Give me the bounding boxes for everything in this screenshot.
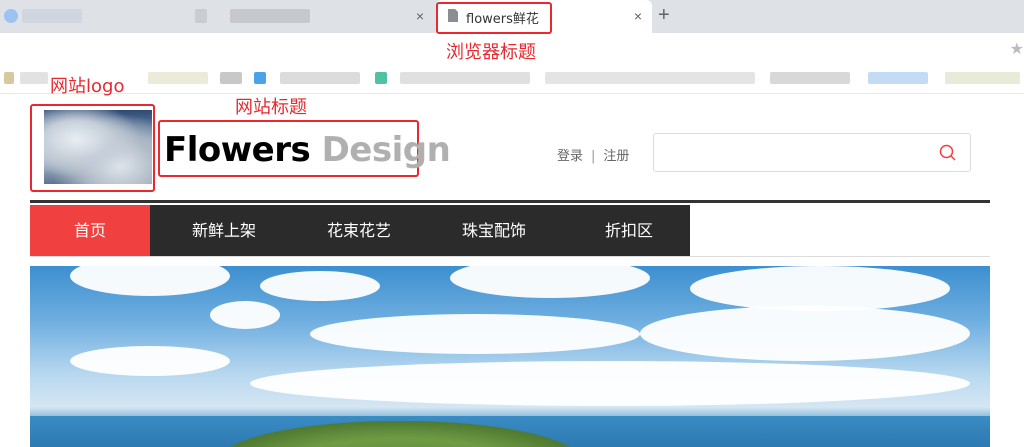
bookmark-item[interactable]	[770, 72, 850, 84]
new-tab-icon[interactable]: +	[658, 3, 670, 27]
blurred-tab[interactable]	[0, 0, 432, 33]
bookmark-item[interactable]	[20, 72, 48, 84]
site-title-accent: Design	[321, 130, 451, 170]
bookmark-item[interactable]	[375, 72, 387, 84]
nav-item-bouquets[interactable]: 花束花艺	[298, 205, 420, 256]
annotation-site-title: 网站标题	[235, 97, 307, 118]
nav-divider	[30, 200, 990, 203]
site-title-main: Flowers	[164, 130, 311, 170]
bookmark-item[interactable]	[545, 72, 755, 84]
tab-favicon	[4, 9, 18, 23]
cloud	[640, 306, 970, 361]
site-title[interactable]: Flowers Design	[164, 130, 451, 170]
annotation-browser-title: 浏览器标题	[446, 42, 536, 63]
cloud	[450, 266, 650, 298]
main-nav: 首页 新鲜上架 花束花艺 珠宝配饰 折扣区	[30, 205, 690, 256]
annotation-site-logo: 网站logo	[50, 76, 125, 97]
search-icon[interactable]	[939, 144, 956, 161]
nav-item-new-arrivals[interactable]: 新鲜上架	[150, 205, 298, 256]
cloud	[70, 266, 230, 296]
cloud	[260, 271, 380, 301]
login-link[interactable]: 登录	[557, 149, 583, 164]
tab-close-icon[interactable]: ×	[630, 7, 646, 25]
link-separator: |	[591, 149, 596, 164]
nav-item-discounts[interactable]: 折扣区	[568, 205, 690, 256]
search-box	[653, 133, 971, 172]
bookmark-item[interactable]	[220, 72, 242, 84]
search-input[interactable]	[664, 134, 938, 171]
nav-item-jewelry[interactable]: 珠宝配饰	[420, 205, 568, 256]
tab-close-icon[interactable]: ×	[412, 7, 428, 25]
bookmark-item[interactable]	[148, 72, 208, 84]
bookmark-item[interactable]	[400, 72, 530, 84]
site-logo[interactable]	[44, 110, 152, 184]
bookmark-item[interactable]	[945, 72, 1020, 84]
cloud	[250, 361, 970, 406]
bookmarks-bar	[0, 65, 1024, 94]
blurred-text	[22, 9, 82, 23]
nav-bottom-divider	[30, 256, 990, 257]
cloud	[690, 266, 950, 311]
bookmark-item[interactable]	[254, 72, 266, 84]
bookmark-item[interactable]	[4, 72, 14, 84]
island	[220, 421, 580, 447]
bookmark-item[interactable]	[280, 72, 360, 84]
account-links: 登录 | 注册	[557, 145, 629, 164]
cloud	[70, 346, 230, 376]
register-link[interactable]: 注册	[603, 149, 629, 164]
bookmark-item[interactable]	[868, 72, 928, 84]
bookmark-star-icon[interactable]: ★	[1010, 39, 1024, 59]
cloud	[210, 301, 280, 329]
blurred-text	[230, 9, 310, 23]
nav-item-home[interactable]: 首页	[30, 205, 150, 256]
annotation-box-browser-title	[436, 2, 552, 34]
cloud	[310, 314, 640, 354]
hero-banner[interactable]	[30, 266, 990, 447]
blurred-text	[195, 9, 207, 23]
